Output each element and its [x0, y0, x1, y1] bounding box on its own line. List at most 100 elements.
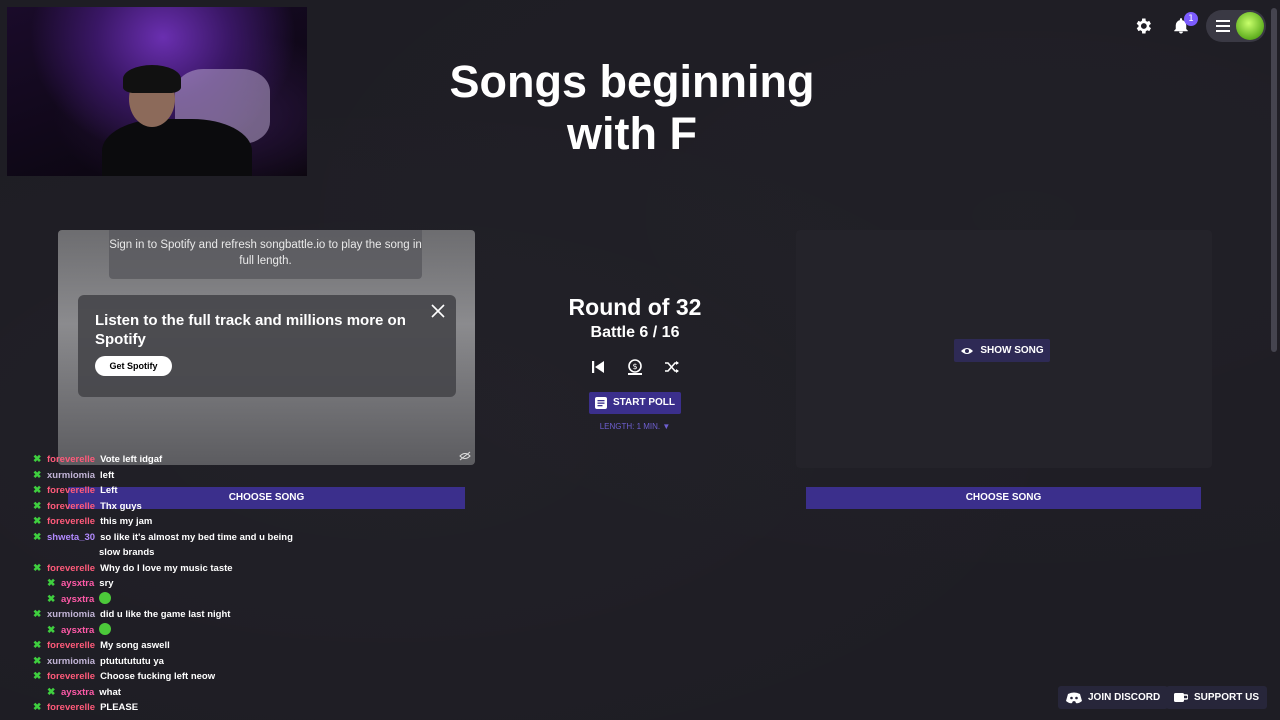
chat-username: xurmiomia	[47, 609, 96, 620]
chat-badge-icon: ✖	[33, 671, 42, 682]
chat-username: foreverelle	[47, 485, 96, 496]
notification-count-badge: 1	[1184, 12, 1198, 26]
chat-badge-icon: ✖	[33, 655, 42, 667]
poll-length-select[interactable]: LENGTH: 1 MIN. ▼	[560, 422, 710, 431]
get-spotify-button[interactable]: Get Spotify	[95, 356, 172, 376]
support-us-button[interactable]: SUPPORT US	[1166, 686, 1268, 709]
eye-icon	[961, 347, 974, 354]
chat-badge-icon: ✖	[47, 686, 56, 698]
chat-text: Why do I love my music taste	[100, 562, 233, 574]
page-title: Songs beginning with F	[449, 56, 815, 159]
webcam-person-body	[102, 119, 252, 176]
top-toolbar: 1	[1130, 10, 1266, 42]
poll-icon	[594, 397, 607, 409]
coin-button[interactable]: $	[625, 357, 645, 377]
chat-message-continued: slow brands	[33, 545, 303, 561]
svg-text:$: $	[632, 362, 637, 371]
choose-right-song-button[interactable]: CHOOSE SONG	[806, 487, 1201, 509]
discord-icon	[1066, 692, 1082, 703]
chat-badge-icon: ✖	[33, 454, 42, 465]
page-scrollbar[interactable]	[1271, 8, 1277, 352]
chat-username: foreverelle	[47, 454, 96, 465]
chat-text: did u like the game last night	[100, 609, 231, 620]
chat-message: ✖ aysxtra	[33, 622, 303, 639]
chat-text: ptututututu ya	[100, 655, 164, 667]
battle-controls: $	[588, 357, 682, 377]
chat-text: sry	[99, 578, 114, 589]
chat-message: ✖ foreverelle Why do I love my music taste	[33, 561, 303, 577]
chat-username: aysxtra	[61, 624, 95, 636]
promo-text: Listen to the full track and millions mo…	[95, 312, 406, 348]
chat-message: ✖ foreverelle Choose fucking left neow	[33, 669, 303, 685]
chat-text: PLEASE	[100, 702, 139, 713]
webcam-person-hair	[123, 65, 181, 93]
chat-text: left	[100, 469, 115, 481]
chat-message: ✖ foreverelle this my jam	[33, 514, 303, 530]
chat-username: aysxtra	[61, 686, 95, 698]
chat-badge-icon: ✖	[33, 562, 42, 574]
chat-username: foreverelle	[47, 516, 96, 527]
hide-eye-icon[interactable]	[459, 451, 471, 461]
chat-text: My song aswell	[100, 640, 170, 651]
chat-badge-icon: ✖	[33, 469, 42, 481]
previous-button[interactable]	[588, 357, 608, 377]
chat-message: ✖ xurmiomia left	[33, 468, 303, 484]
start-poll-button[interactable]: START POLL	[589, 392, 681, 414]
emote-icon	[99, 622, 112, 635]
chat-username: xurmiomia	[47, 655, 96, 667]
chat-username: foreverelle	[47, 640, 96, 651]
spotify-promo-card: Listen to the full track and millions mo…	[78, 295, 456, 397]
chat-message: ✖ foreverelle My song aswell	[33, 638, 303, 654]
chat-message: ✖ foreverelle PLEASE	[33, 700, 303, 716]
settings-button[interactable]	[1130, 13, 1156, 39]
kofi-cup-icon	[1174, 692, 1188, 702]
chat-badge-icon: ✖	[47, 593, 56, 605]
chat-message: ✖ xurmiomia did u like the game last night	[33, 607, 303, 623]
chat-username: xurmiomia	[47, 469, 96, 481]
battle-label: Battle 6 / 16	[590, 324, 680, 341]
stream-chat-overlay: ✖ foreverelle Vote left idgaf ✖ xurmiomia le…	[33, 452, 303, 716]
emote-icon	[99, 591, 112, 604]
webcam-overlay	[7, 7, 307, 176]
chat-message: ✖ foreverelle Vote left idgaf	[33, 452, 303, 468]
show-song-label: SHOW SONG	[980, 345, 1044, 356]
chat-username: shweta_30	[47, 531, 96, 543]
chat-message: ✖ aysxtra	[33, 591, 303, 608]
chat-username: foreverelle	[47, 500, 96, 512]
chat-username: foreverelle	[47, 702, 96, 713]
skip-back-icon	[592, 361, 604, 373]
chat-text: this my jam	[100, 516, 153, 527]
show-song-button[interactable]: SHOW SONG	[954, 339, 1050, 362]
chat-message: ✖ shweta_30 so like it's almost my bed tim…	[33, 530, 303, 546]
chat-badge-icon: ✖	[33, 702, 42, 713]
notifications-button[interactable]: 1	[1168, 12, 1198, 39]
hamburger-icon	[1216, 20, 1230, 32]
chat-username: foreverelle	[47, 562, 96, 574]
chat-badge-icon: ✖	[33, 640, 42, 651]
spotify-signin-notice: Sign in to Spotify and refresh songbattl…	[109, 230, 422, 279]
chat-text: Thx guys	[100, 500, 142, 512]
chat-text: so like it's almost my bed time and u be…	[100, 531, 293, 543]
chat-badge-icon: ✖	[33, 485, 42, 496]
chat-message: ✖ foreverelle Left	[33, 483, 303, 499]
chat-text: Vote left idgaf	[100, 454, 163, 465]
chat-badge-icon: ✖	[33, 531, 42, 543]
chat-message: ✖ xurmiomia ptututututu ya	[33, 654, 303, 670]
join-discord-button[interactable]: JOIN DISCORD	[1058, 686, 1169, 709]
avatar	[1236, 12, 1264, 40]
close-icon[interactable]	[430, 303, 446, 319]
shuffle-button[interactable]	[662, 357, 682, 377]
shuffle-icon	[665, 361, 679, 373]
chat-username: aysxtra	[61, 593, 95, 605]
support-us-label: SUPPORT US	[1194, 692, 1260, 703]
left-song-player[interactable]: Sign in to Spotify and refresh songbattl…	[58, 230, 475, 465]
user-menu-button[interactable]	[1206, 10, 1266, 42]
chat-badge-icon: ✖	[33, 500, 42, 512]
chat-badge-icon: ✖	[47, 578, 56, 589]
round-label: Round of 32	[568, 294, 702, 320]
chat-text: Choose fucking left neow	[100, 671, 216, 682]
chat-badge-icon: ✖	[33, 516, 42, 527]
chat-username: aysxtra	[61, 578, 95, 589]
chat-username: foreverelle	[47, 671, 96, 682]
chat-badge-icon: ✖	[33, 609, 42, 620]
